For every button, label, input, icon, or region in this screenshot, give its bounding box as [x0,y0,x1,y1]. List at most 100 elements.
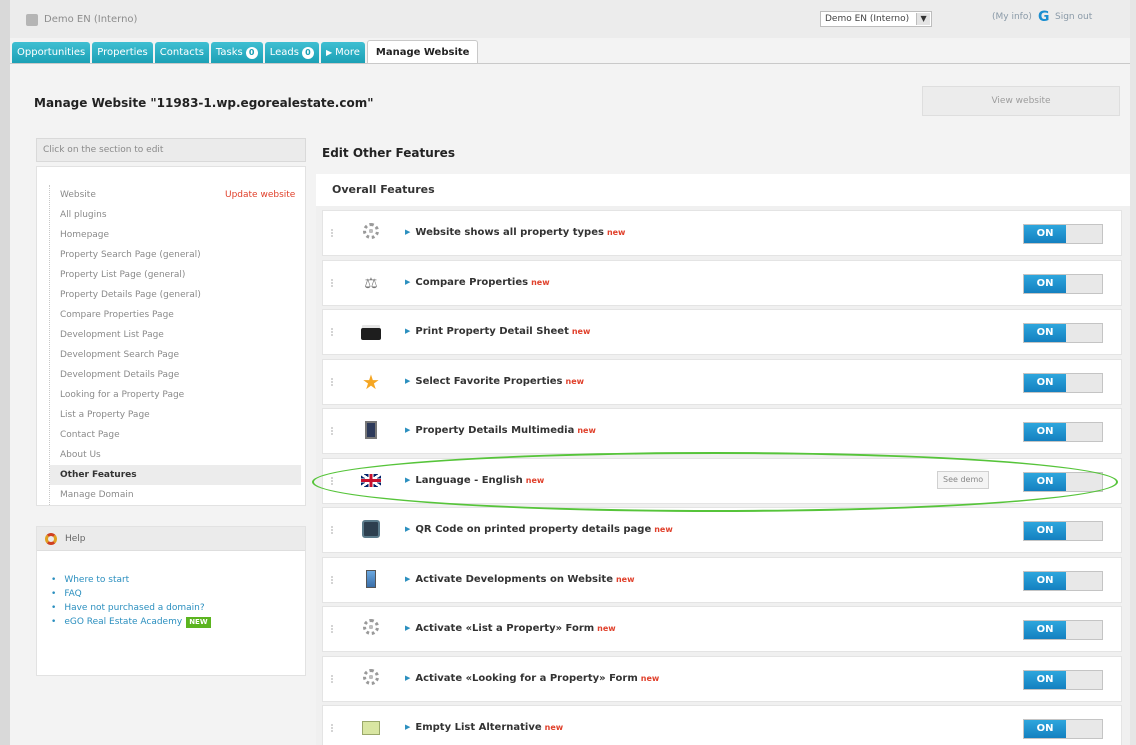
building-icon [361,569,381,590]
new-tag: new [640,673,660,683]
sidebar-item-about-us[interactable]: About Us [50,445,301,465]
tab-tasks[interactable]: Tasks 0 [210,42,263,64]
feature-title[interactable]: ▶ Empty List Alternative new [405,722,563,733]
tab-manage-website[interactable]: Manage Website [366,40,479,64]
sign-out-icon[interactable]: G [1038,9,1050,25]
feature-row: ▶ Website shows all property types new ON [322,210,1122,256]
tab-opportunities[interactable]: Opportunities [12,42,91,64]
feature-toggle[interactable]: ON [1023,323,1103,343]
top-bar: Demo EN (Interno) Demo EN (Interno) ▼ (M… [10,0,1130,38]
feature-title[interactable]: ▶ Compare Properties new [405,277,550,288]
overall-features-header: Overall Features [316,174,1130,206]
sidebar-item-property-list[interactable]: Property List Page (general) [50,265,301,285]
feature-row: ▶ Property Details Multimedia new ON [322,408,1122,454]
expand-arrow-icon: ▶ [405,723,411,731]
sidebar-item-list-a-property[interactable]: List a Property Page [50,405,301,425]
tasks-count-badge: 0 [245,47,258,59]
new-tag: new [571,327,591,336]
sidebar-item-development-list[interactable]: Development List Page [50,325,301,345]
toggle-on-label: ON [1024,472,1066,491]
drag-handle-icon[interactable] [331,526,335,534]
expand-arrow-icon: ▶ [405,376,411,385]
drag-handle-icon[interactable] [331,229,335,237]
expand-arrow-icon: ▶ [405,327,411,335]
feature-toggle[interactable]: ON [1023,620,1103,640]
feature-title[interactable]: ▶ Property Details Multimedia new [405,425,596,436]
help-link-academy[interactable]: eGO Real Estate AcademyNEW [51,615,305,629]
sidebar-item-manage-domain[interactable]: Manage Domain [50,485,301,505]
drag-handle-icon[interactable] [331,427,335,435]
sidebar-item-development-details[interactable]: Development Details Page [50,365,301,385]
feature-toggle[interactable]: ON [1023,471,1103,492]
feature-toggle[interactable]: ON [1023,372,1103,393]
feature-toggle[interactable]: ON [1023,273,1103,294]
new-tag: new [597,624,616,633]
feature-title[interactable]: ▶ Activate Developments on Website new [405,574,635,585]
sidebar-list: Website All plugins Homepage Property Se… [49,185,301,505]
drag-handle-icon[interactable] [331,625,335,633]
feature-toggle[interactable]: ON [1023,521,1103,541]
drag-handle-icon[interactable] [331,724,335,732]
tab-properties[interactable]: Properties [92,42,153,64]
toggle-on-label: ON [1024,522,1066,540]
drag-handle-icon[interactable] [331,377,335,386]
page-title: Manage Website "11983-1.wp.egorealestate… [34,96,374,110]
feature-toggle[interactable]: ON [1023,570,1103,591]
toggle-on-label: ON [1024,423,1066,441]
toggle-on-label: ON [1024,720,1066,738]
feature-title[interactable]: ▶ Language - English new [405,475,544,486]
feature-title[interactable]: ▶ Activate «Looking for a Property» Form n… [405,673,659,684]
feature-row: ▶ QR Code on printed property details pag… [322,507,1122,553]
sidebar-item-other-features[interactable]: Other Features [50,465,301,485]
toggle-on-label: ON [1024,670,1066,689]
drag-handle-icon[interactable] [331,278,335,287]
tab-more[interactable]: ▶ More [320,42,365,64]
window-frame-left [0,0,10,745]
sidebar-item-property-details[interactable]: Property Details Page (general) [50,285,301,305]
new-tag: new [565,376,585,386]
expand-arrow-icon: ▶ [405,673,411,682]
feature-title[interactable]: ▶ QR Code on printed property details pag… [405,524,673,535]
sidebar-header: Click on the section to edit [36,138,306,162]
sidebar-item-property-search[interactable]: Property Search Page (general) [50,245,301,265]
drag-handle-icon[interactable] [331,575,335,584]
feature-title[interactable]: ▶ Select Favorite Properties new [405,376,584,387]
sidebar-item-contact-page[interactable]: Contact Page [50,425,301,445]
my-info-link[interactable]: (My info) [992,12,1032,22]
sidebar-item-all-plugins[interactable]: All plugins [50,205,301,225]
lifebuoy-icon [45,533,57,545]
drag-handle-icon[interactable] [331,328,335,336]
sign-out-link[interactable]: Sign out [1055,12,1092,22]
star-icon: ★ [362,369,380,394]
sidebar-item-homepage[interactable]: Homepage [50,225,301,245]
help-link-where-to-start[interactable]: Where to start [51,573,305,587]
sidebar-item-looking-for-property[interactable]: Looking for a Property Page [50,385,301,405]
tab-contacts[interactable]: Contacts [154,42,209,64]
feature-toggle[interactable]: ON [1023,224,1103,244]
expand-arrow-icon: ▶ [405,574,411,583]
feature-toggle[interactable]: ON [1023,669,1103,690]
feature-toggle[interactable]: ON [1023,719,1103,739]
sidebar-item-compare-properties[interactable]: Compare Properties Page [50,305,301,325]
qr-code-icon [361,520,381,540]
see-demo-button[interactable]: See demo [937,470,990,489]
feature-title[interactable]: ▶ Activate «List a Property» Form new [405,623,616,634]
sidebar-item-development-search[interactable]: Development Search Page [50,345,301,365]
list-icon [361,718,381,738]
drag-handle-icon[interactable] [331,674,335,683]
feature-row: ⚖ ▶ Compare Properties new ON [322,259,1122,306]
toggle-on-label: ON [1024,225,1066,243]
expand-arrow-icon: ▶ [405,426,411,434]
new-tag: new [654,525,673,534]
view-website-button[interactable]: View website [922,86,1120,116]
feature-toggle[interactable]: ON [1023,422,1103,442]
account-select[interactable]: Demo EN (Interno) ▼ [820,11,933,27]
tab-leads[interactable]: Leads 0 [264,42,319,64]
help-link-faq[interactable]: FAQ [51,587,305,601]
feature-title[interactable]: ▶ Print Property Detail Sheet new [405,326,590,337]
feature-title[interactable]: ▶ Website shows all property types new [405,227,625,238]
help-link-domain[interactable]: Have not purchased a domain? [51,601,305,615]
drag-handle-icon[interactable] [331,476,335,485]
update-website-link[interactable]: Update website [225,185,295,205]
new-tag: new [544,723,564,732]
